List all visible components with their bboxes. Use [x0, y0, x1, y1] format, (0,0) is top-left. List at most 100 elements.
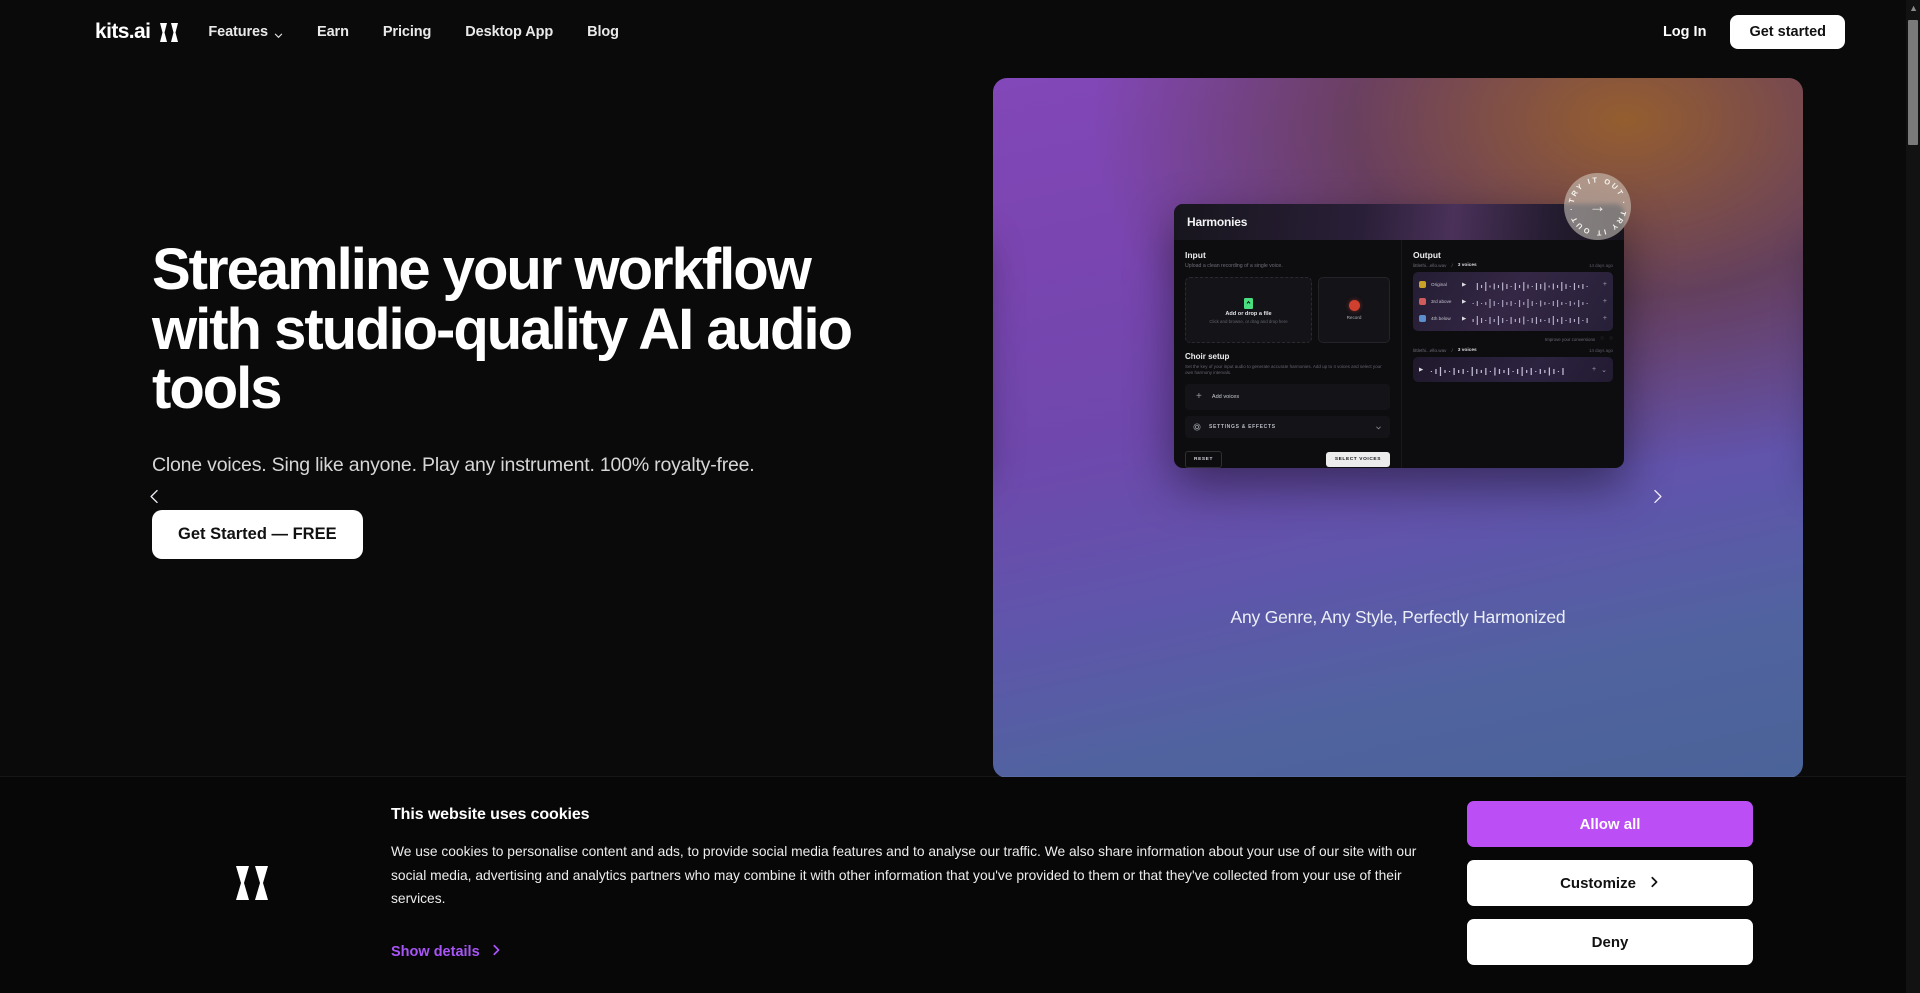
arrow-right-icon: → — [1589, 197, 1606, 216]
allow-all-button[interactable]: Allow all — [1467, 801, 1753, 847]
add-track-icon[interactable]: + — [1603, 298, 1607, 305]
reset-button[interactable]: RESET — [1185, 451, 1222, 468]
track-badge-icon — [1419, 281, 1426, 288]
select-voices-button[interactable]: SELECT VOICES — [1325, 452, 1390, 468]
table-row[interactable]: 4th below ▶ + — [1419, 313, 1607, 325]
hero-headline: Streamline your workflow with studio-qua… — [152, 237, 853, 422]
cookie-body: We use cookies to personalise content an… — [391, 844, 1417, 907]
track-badge-icon — [1419, 298, 1426, 305]
gear-icon — [1193, 418, 1201, 436]
input-subtext: Upload a clean recording of a single voi… — [1185, 263, 1283, 269]
nav-item-desktop-app[interactable]: Desktop App — [465, 24, 553, 40]
kits-k-logo-icon — [159, 22, 181, 43]
plus-icon: + — [1196, 391, 1202, 403]
input-upload-row: Add or drop a file Click and browse, or … — [1185, 276, 1390, 343]
table-row[interactable]: Original ▶ + — [1419, 279, 1607, 291]
play-icon[interactable]: ▶ — [1419, 367, 1423, 373]
improve-label: Improve your conversions — [1544, 336, 1596, 342]
file-upload-icon — [1244, 296, 1253, 309]
dropzone-subtitle: Click and browse, or drag and drop here — [1209, 318, 1288, 324]
carousel-slide: PITCH RANGE Medium, C3-F#4 SHARE VIEW FU… — [993, 78, 1803, 778]
settings-effects-label: SETTINGS & EFFECTS — [1209, 424, 1276, 431]
carousel-caption: Any Genre, Any Style, Perfectly Harmoniz… — [1230, 607, 1566, 627]
nav-left-group: kits.ai Features Earn Pricing Desktop Ap… — [95, 20, 619, 44]
customize-button[interactable]: Customize — [1467, 860, 1753, 906]
add-voices-label: Add voices — [1211, 394, 1240, 401]
track-label: Original — [1431, 282, 1447, 287]
table-row[interactable]: 3rd above ▶ + — [1419, 296, 1607, 308]
file-dropzone[interactable]: Add or drop a file Click and browse, or … — [1185, 276, 1312, 343]
carousel-next-button[interactable] — [1644, 484, 1670, 510]
output-heading: Output — [1413, 250, 1441, 260]
add-track-icon[interactable]: + — [1603, 281, 1607, 288]
site-logo[interactable]: kits.ai — [95, 20, 181, 44]
settings-effects-row[interactable]: SETTINGS & EFFECTS — [1185, 416, 1390, 439]
output-file-name: littlethi...ello.wav — [1413, 263, 1447, 268]
chevron-right-icon — [490, 944, 502, 960]
track-badge-icon — [1419, 315, 1426, 322]
nav-item-pricing[interactable]: Pricing — [383, 24, 432, 40]
waveform — [1471, 279, 1598, 291]
waveform — [1471, 313, 1598, 325]
thumbs-down-icon[interactable]: ♡ — [1609, 336, 1613, 342]
harmonies-app-card: Harmonies Input Upload a clean recording… — [1174, 204, 1624, 468]
play-icon[interactable]: ▶ — [1462, 299, 1466, 305]
record-label: Record — [1346, 314, 1362, 320]
input-heading: Input — [1185, 250, 1206, 260]
waveform — [1471, 296, 1598, 308]
output-master-track[interactable]: ▶ + ⌄ — [1413, 357, 1613, 382]
track-label: 3rd above — [1431, 299, 1452, 304]
add-voices-button[interactable]: + Add voices — [1185, 384, 1390, 411]
meta-separator: / — [1451, 263, 1453, 268]
dropzone-title: Add or drop a file — [1225, 310, 1272, 317]
carousel-prev-button[interactable] — [141, 484, 167, 510]
try-it-out-badge[interactable]: TRY IT OUT · TRY IT OUT · → — [1564, 173, 1631, 240]
output-pane: Output littlethi...ello.wav / 3 voices 1… — [1402, 240, 1624, 468]
hero-cta-button[interactable]: Get Started — FREE — [152, 510, 363, 560]
play-icon[interactable]: ▶ — [1462, 316, 1466, 322]
log-in-link[interactable]: Log In — [1663, 24, 1707, 40]
nav-item-features-label: Features — [208, 24, 268, 40]
choir-setup-heading: Choir setup — [1185, 351, 1230, 361]
app-card-title: Harmonies — [1187, 215, 1248, 229]
nav-item-features[interactable]: Features — [208, 24, 283, 40]
add-track-icon[interactable]: + — [1592, 366, 1596, 373]
logo-wordmark: kits.ai — [95, 20, 151, 43]
chevron-down-icon — [1375, 418, 1382, 436]
input-action-row: RESET SELECT VOICES — [1185, 451, 1390, 468]
thumbs-up-icon[interactable]: ♡ — [1600, 336, 1604, 342]
cookie-text-block: This website uses cookies We use cookies… — [391, 806, 1421, 911]
get-started-button[interactable]: Get started — [1730, 15, 1845, 49]
cookie-title: This website uses cookies — [391, 806, 590, 823]
nav-item-earn[interactable]: Earn — [317, 24, 349, 40]
choir-setup-subtext: Set the key of your input audio to gener… — [1185, 363, 1382, 376]
waveform — [1428, 364, 1587, 376]
nav-item-blog[interactable]: Blog — [587, 24, 619, 40]
track-label: 4th below — [1431, 316, 1451, 321]
chevron-down-icon[interactable]: ⌄ — [1601, 366, 1607, 374]
record-icon — [1348, 299, 1360, 311]
output-meta: littlethi...ello.wav / 3 voices 14 days … — [1413, 263, 1613, 268]
improve-row: Improve your conversions ♡ ♡ — [1413, 336, 1613, 342]
output-voice-count: 3 voices — [1457, 263, 1477, 268]
nav-right-group: Log In Get started — [1663, 15, 1845, 49]
chevron-down-icon — [274, 28, 283, 38]
cookie-button-group: Allow all Customize Deny — [1467, 801, 1753, 978]
play-icon[interactable]: ▶ — [1462, 282, 1466, 288]
hero-section: Streamline your workflow with studio-qua… — [152, 237, 912, 560]
scroll-up-arrow-icon[interactable]: ▲ — [1909, 3, 1918, 13]
output-timestamp-2: 14 days ago — [1589, 348, 1613, 353]
deny-button[interactable]: Deny — [1467, 919, 1753, 965]
top-navbar: kits.ai Features Earn Pricing Desktop Ap… — [0, 0, 1920, 64]
show-details-link[interactable]: Show details — [391, 944, 502, 960]
meta-separator: / — [1451, 348, 1453, 353]
record-button[interactable]: Record — [1318, 276, 1390, 343]
page-scrollbar[interactable] — [1906, 0, 1920, 993]
input-pane: Input Upload a clean recording of a sing… — [1174, 240, 1402, 468]
scrollbar-thumb[interactable] — [1908, 20, 1918, 145]
output-timestamp: 14 days ago — [1589, 263, 1613, 268]
show-details-label: Show details — [391, 944, 480, 960]
hero-subheadline: Clone voices. Sing like anyone. Play any… — [152, 454, 755, 477]
add-track-icon[interactable]: + — [1603, 315, 1607, 322]
output-file-name-2: littlethi...ello.wav — [1413, 348, 1447, 353]
